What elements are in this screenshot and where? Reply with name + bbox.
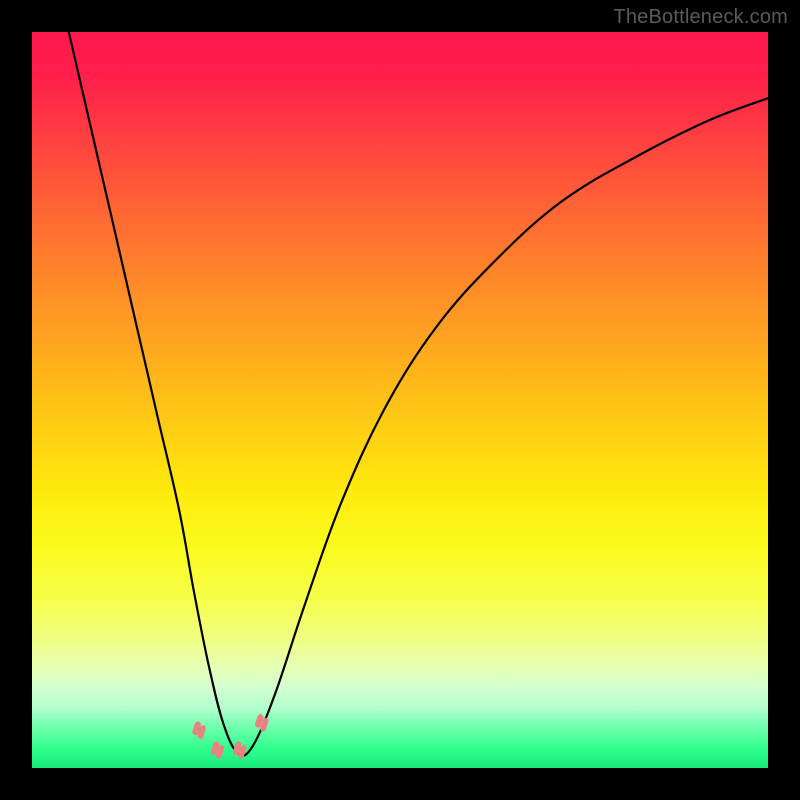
marker-trough-b <box>232 741 247 760</box>
marker-left-pair <box>192 721 207 740</box>
chart-frame: TheBottleneck.com <box>0 0 800 800</box>
watermark-text: TheBottleneck.com <box>613 6 788 29</box>
marker-trough-a <box>210 741 225 760</box>
curve-layer <box>32 32 768 768</box>
bottleneck-curve <box>69 32 768 756</box>
plot-area <box>32 32 768 768</box>
